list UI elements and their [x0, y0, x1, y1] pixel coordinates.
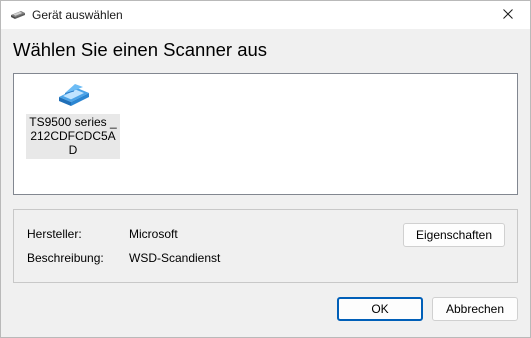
manufacturer-label: Hersteller: — [27, 227, 82, 241]
scanner-icon — [9, 8, 27, 22]
description-value: WSD-Scandienst — [129, 251, 221, 265]
device-info-panel: Hersteller: Microsoft Beschreibung: WSD-… — [13, 209, 518, 283]
ok-button[interactable]: OK — [337, 297, 423, 321]
window-title: Gerät auswählen — [32, 8, 123, 22]
manufacturer-value: Microsoft — [129, 227, 178, 241]
close-button[interactable] — [486, 1, 530, 29]
device-item[interactable]: TS9500 series _212CDFCDC5AD — [26, 80, 120, 159]
close-icon — [503, 8, 513, 22]
select-device-dialog: Gerät auswählen Wählen Sie einen Scanner… — [0, 0, 531, 338]
title-bar: Gerät auswählen — [1, 1, 530, 29]
scanner-icon — [57, 80, 91, 110]
page-title: Wählen Sie einen Scanner aus — [13, 39, 268, 60]
cancel-button[interactable]: Abbrechen — [432, 297, 518, 321]
description-label: Beschreibung: — [27, 251, 104, 265]
device-label: TS9500 series _212CDFCDC5AD — [26, 114, 120, 159]
properties-button[interactable]: Eigenschaften — [403, 223, 505, 247]
device-list[interactable]: TS9500 series _212CDFCDC5AD — [13, 73, 518, 195]
